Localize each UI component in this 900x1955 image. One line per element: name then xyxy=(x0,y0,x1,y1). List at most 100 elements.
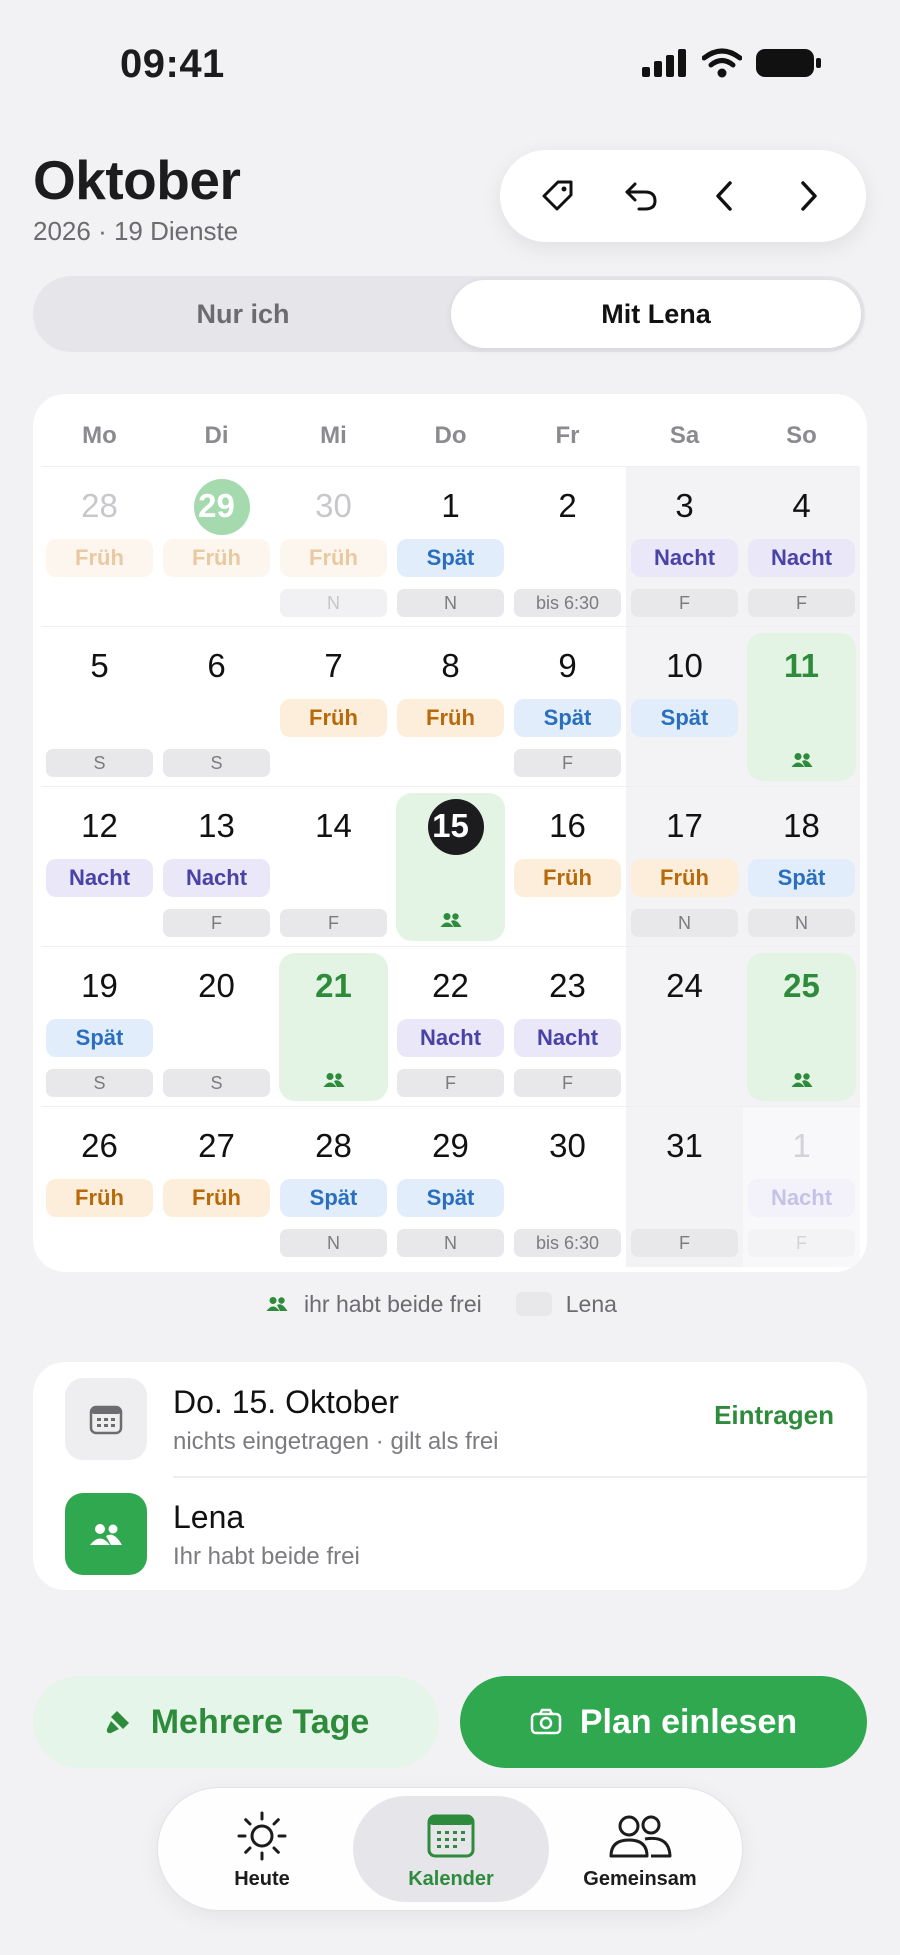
day-number: 29 xyxy=(432,1127,469,1164)
calendar-day-cell[interactable]: 15 xyxy=(392,787,509,947)
weekday-header: Mo Di Mi Do Fr Sa So xyxy=(41,394,859,466)
calendar-day-cell[interactable]: 19 Spät S xyxy=(41,947,158,1107)
legend-lena-label: Lena xyxy=(565,1290,617,1317)
day-number: 30 xyxy=(315,487,352,524)
both-free-icon xyxy=(321,1067,347,1093)
calendar-day-cell[interactable]: 16 Früh xyxy=(509,787,626,947)
tag-icon xyxy=(542,180,573,211)
multiple-days-button[interactable]: Mehrere Tage xyxy=(33,1676,439,1768)
selected-date-title: Do. 15. Oktober xyxy=(173,1384,399,1420)
lena-shift-chip: F xyxy=(748,589,855,617)
view-segment-control: Nur ich Mit Lena xyxy=(33,276,865,352)
lena-shift-chip: bis 6:30 xyxy=(514,1229,621,1257)
calendar-day-cell[interactable]: 20 S xyxy=(158,947,275,1107)
both-free-icon xyxy=(438,907,464,933)
calendar-day-cell[interactable]: 11 xyxy=(743,627,860,787)
day-entry-row[interactable]: Do. 15. Oktober nichts eingetragen · gil… xyxy=(33,1362,867,1476)
tag-button[interactable] xyxy=(528,166,588,226)
cellular-signal-icon xyxy=(642,49,686,77)
scan-plan-label: Plan einlesen xyxy=(579,1702,798,1741)
calendar-day-cell[interactable]: 8 Früh xyxy=(392,627,509,787)
day-number: 11 xyxy=(784,647,819,684)
day-number: 25 xyxy=(783,967,820,1004)
tab-gemeinsam[interactable]: Gemeinsam xyxy=(542,1796,738,1902)
shift-badge: Spät xyxy=(631,699,738,737)
calendar-day-cell[interactable]: 1 Spät N xyxy=(392,467,509,627)
weekday-label: So xyxy=(786,422,817,449)
calendar-day-cell[interactable]: 23 Nacht F xyxy=(509,947,626,1107)
day-number: 28 xyxy=(315,1127,352,1164)
calendar-day-cell[interactable]: 30 bis 6:30 xyxy=(509,1107,626,1267)
wifi-icon xyxy=(702,48,742,78)
chevron-left-icon xyxy=(716,181,732,211)
segment-with-lena[interactable]: Mit Lena xyxy=(451,280,861,348)
chevron-right-icon xyxy=(801,181,817,211)
calendar-day-cell[interactable]: 22 Nacht F xyxy=(392,947,509,1107)
day-number: 19 xyxy=(81,967,118,1004)
calendar-day-cell[interactable]: 28 Früh xyxy=(41,467,158,627)
calendar-day-cell[interactable]: 4 Nacht F xyxy=(743,467,860,627)
shift-badge: Nacht xyxy=(46,859,153,897)
shift-badge: Nacht xyxy=(514,1019,621,1057)
calendar-day-cell[interactable]: 3 Nacht F xyxy=(626,467,743,627)
calendar-day-cell[interactable]: 26 Früh xyxy=(41,1107,158,1267)
day-number: 3 xyxy=(675,487,694,524)
weekday-label: Fr xyxy=(555,422,580,449)
calendar-day-cell[interactable]: 28 Spät N xyxy=(275,1107,392,1267)
lena-shift-chip: bis 6:30 xyxy=(514,589,621,617)
calendar-day-cell[interactable]: 17 Früh N xyxy=(626,787,743,947)
calendar-day-cell[interactable]: 13 Nacht F xyxy=(158,787,275,947)
calendar-day-cell[interactable]: 21 xyxy=(275,947,392,1107)
calendar-day-cell[interactable]: 1 Nacht F xyxy=(743,1107,860,1267)
day-number: 1 xyxy=(792,1127,811,1164)
day-number: 10 xyxy=(666,647,703,684)
lena-shift-chip: F xyxy=(514,1069,621,1097)
partner-status: Ihr habt beide frei xyxy=(173,1543,360,1570)
partner-name: Lena xyxy=(173,1499,245,1535)
calendar-day-cell[interactable]: 10 Spät xyxy=(626,627,743,787)
next-month-button[interactable] xyxy=(778,166,838,226)
calendar-day-cell[interactable]: 27 Früh xyxy=(158,1107,275,1267)
calendar-day-cell[interactable]: 9 Spät F xyxy=(509,627,626,787)
tab-heute[interactable]: Heute xyxy=(164,1796,360,1902)
tab-kalender[interactable]: Kalender xyxy=(353,1796,549,1902)
shift-badge: Spät xyxy=(46,1019,153,1057)
previous-month-button[interactable] xyxy=(695,166,755,226)
month-title: Oktober xyxy=(33,149,241,211)
shift-badge: Spät xyxy=(397,539,504,577)
calendar-day-cell[interactable]: 24 xyxy=(626,947,743,1107)
shift-badge: Früh xyxy=(46,1179,153,1217)
segment-only-me[interactable]: Nur ich xyxy=(37,280,449,348)
lena-shift-chip: N xyxy=(280,1229,387,1257)
calendar-day-cell[interactable]: 5S xyxy=(41,627,158,787)
lena-shift-chip: F xyxy=(280,909,387,937)
calendar-day-cell[interactable]: 30 Früh N xyxy=(275,467,392,627)
calendar-day-cell[interactable]: 2 bis 6:30 xyxy=(509,467,626,627)
calendar-day-cell[interactable]: 18 Spät N xyxy=(743,787,860,947)
shift-badge: Früh xyxy=(163,1179,270,1217)
day-number: 18 xyxy=(783,807,820,844)
weekday-label: Di xyxy=(204,422,229,449)
shift-badge: Nacht xyxy=(163,859,270,897)
shift-badge: Nacht xyxy=(631,539,738,577)
lena-shift-chip: S xyxy=(163,1069,270,1097)
calendar-day-cell[interactable]: 29 Früh xyxy=(158,467,275,627)
shift-badge: Spät xyxy=(748,859,855,897)
calendar-day-cell[interactable]: 29 Spät N xyxy=(392,1107,509,1267)
calendar-day-cell[interactable]: 31 F xyxy=(626,1107,743,1267)
calendar-week-row: 12 Nacht 13 Nacht F 14 F 15 16 Früh 17 Früh N 18 Spät N xyxy=(41,786,860,947)
calendar-week-row: 19 Spät S 20 S 21 22 Nacht F 23 Nacht F 24 25 xyxy=(41,946,860,1107)
calendar-day-cell[interactable]: 25 xyxy=(743,947,860,1107)
undo-button[interactable] xyxy=(611,166,671,226)
day-number: 7 xyxy=(324,647,343,684)
tab-heute-label: Heute xyxy=(234,1868,290,1890)
calendar-day-cell[interactable]: 6S xyxy=(158,627,275,787)
eintragen-button[interactable]: Eintragen xyxy=(714,1400,834,1431)
calendar-day-cell[interactable]: 14 F xyxy=(275,787,392,947)
day-number: 2 xyxy=(558,487,577,524)
scan-plan-button[interactable]: Plan einlesen xyxy=(460,1676,867,1768)
calendar-day-cell[interactable]: 7 Früh xyxy=(275,627,392,787)
day-number: 8 xyxy=(441,647,460,684)
day-number: 13 xyxy=(198,807,235,844)
calendar-day-cell[interactable]: 12 Nacht xyxy=(41,787,158,947)
